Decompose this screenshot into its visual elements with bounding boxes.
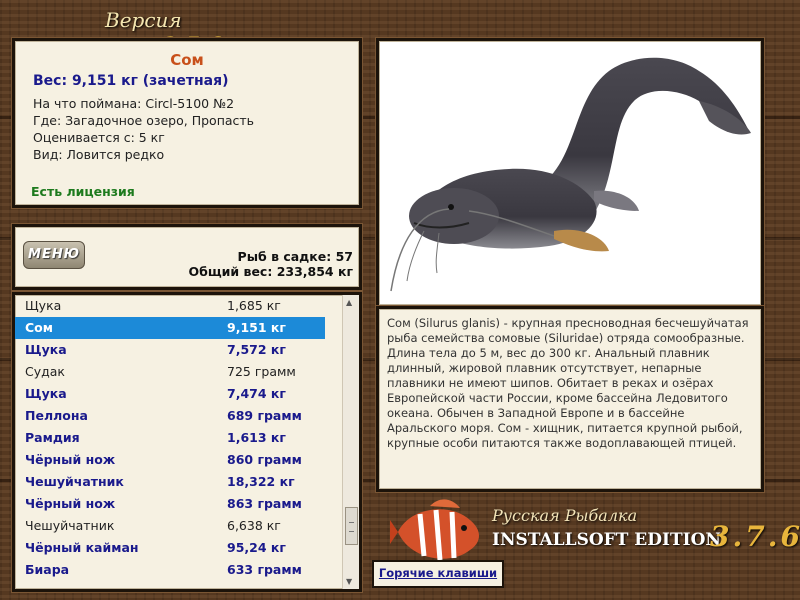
list-item[interactable]: Чёрный нож 863 грамм [15,493,359,515]
list-item-weight: 7,572 кг [227,342,286,357]
list-item-weight: 1,685 кг [227,298,281,313]
fish-info-panel: Сом Вес: 9,151 кг (зачетная) На что пойм… [12,38,362,208]
fish-count: Рыб в садке: 57 [237,249,353,264]
scroll-thumb[interactable] [345,507,358,545]
list-item[interactable]: Сом 9,151 кг [15,317,325,339]
list-item-weight: 863 грамм [227,496,302,511]
list-item-name: Щука [25,298,62,313]
menu-button[interactable]: МЕНЮ [23,241,85,269]
list-item[interactable]: Рамдия 1,613 кг [15,427,359,449]
list-item-weight: 7,474 кг [227,386,286,401]
list-item-weight: 1,613 кг [227,430,286,445]
list-item-weight: 9,151 кг [227,320,286,335]
list-item-name: Чёрный нож [25,452,116,467]
catch-list-rows: Щука 1,685 кг Сом 9,151 кг Щука 7,572 кг Судак… [15,295,359,581]
catch-stats: Рыб в садке: 57 Общий вес: 233,854 кг [189,249,354,279]
list-item-weight: 689 грамм [227,408,302,423]
fish-description: Сом (Silurus glanis) - крупная пресновод… [387,316,749,450]
list-item-weight: 95,24 кг [227,540,286,555]
catch-summary-panel: МЕНЮ Рыб в садке: 57 Общий вес: 233,854 … [12,224,362,290]
list-item[interactable]: Чёрный кайман 95,24 кг [15,537,359,559]
window-title: Версия игры3.7.6 [105,8,295,56]
list-item-name: Щука [25,342,67,357]
list-item[interactable]: Чешуйчатник 18,322 кг [15,471,359,493]
list-item[interactable]: Щука 1,685 кг [15,295,359,317]
scroll-up-icon[interactable]: ▲ [346,298,352,307]
list-item[interactable]: Чешуйчатник 6,638 кг [15,515,359,537]
list-item-weight: 6,638 кг [227,518,281,533]
list-item-name: Сом [25,320,53,335]
list-item[interactable]: Пеллона 689 грамм [15,405,359,427]
hotkeys-button[interactable]: Горячие клавиши [372,560,504,588]
list-item-name: Судак [25,364,65,379]
list-item[interactable]: Щука 7,474 кг [15,383,359,405]
list-item-name: Чешуйчатник [25,474,124,489]
fish-description-panel: Сом (Silurus glanis) - крупная пресновод… [376,306,764,492]
list-item[interactable]: Судак 725 грамм [15,361,359,383]
list-item[interactable]: Щука 7,572 кг [15,339,359,361]
list-item-name: Биара [25,562,70,577]
list-scrollbar[interactable]: ▲ ▼ [342,295,359,589]
list-item-name: Пеллона [25,408,88,423]
list-item-name: Чёрный кайман [25,540,139,555]
list-item[interactable]: Чёрный нож 860 грамм [15,449,359,471]
list-item-name: Рамдия [25,430,80,445]
brand-version: 3.7.6 [710,520,800,553]
valued-from-info: Оценивается с: 5 кг [33,130,165,145]
list-item-name: Чёрный нож [25,496,116,511]
license-status: Есть лицензия [31,184,135,199]
location-info: Где: Загадочное озеро, Пропасть [33,113,255,128]
list-item-weight: 18,322 кг [227,474,295,489]
rarity-info: Вид: Ловится редко [33,147,165,162]
fish-image-panel [376,38,764,308]
fish-name: Сом [170,51,204,69]
total-weight: Общий вес: 233,854 кг [188,264,354,279]
list-item-name: Щука [25,386,67,401]
bait-info: На что поймана: Circl-5100 №2 [33,96,235,111]
fish-weight: Вес: 9,151 кг (зачетная) [33,73,229,89]
list-item-name: Чешуйчатник [25,518,115,533]
brand-line1: Русская Рыбалка [492,506,638,525]
scroll-down-icon[interactable]: ▼ [346,577,352,586]
list-item-weight: 860 грамм [227,452,302,467]
catch-list[interactable]: Щука 1,685 кг Сом 9,151 кг Щука 7,572 кг Судак… [12,292,362,592]
catfish-illustration [390,57,751,292]
list-item[interactable]: Биара 633 грамм [15,559,359,581]
list-item-weight: 633 грамм [227,562,302,577]
brand-line2: INSTALLSOFT EDITION [492,530,721,550]
list-item-weight: 725 грамм [227,364,296,379]
